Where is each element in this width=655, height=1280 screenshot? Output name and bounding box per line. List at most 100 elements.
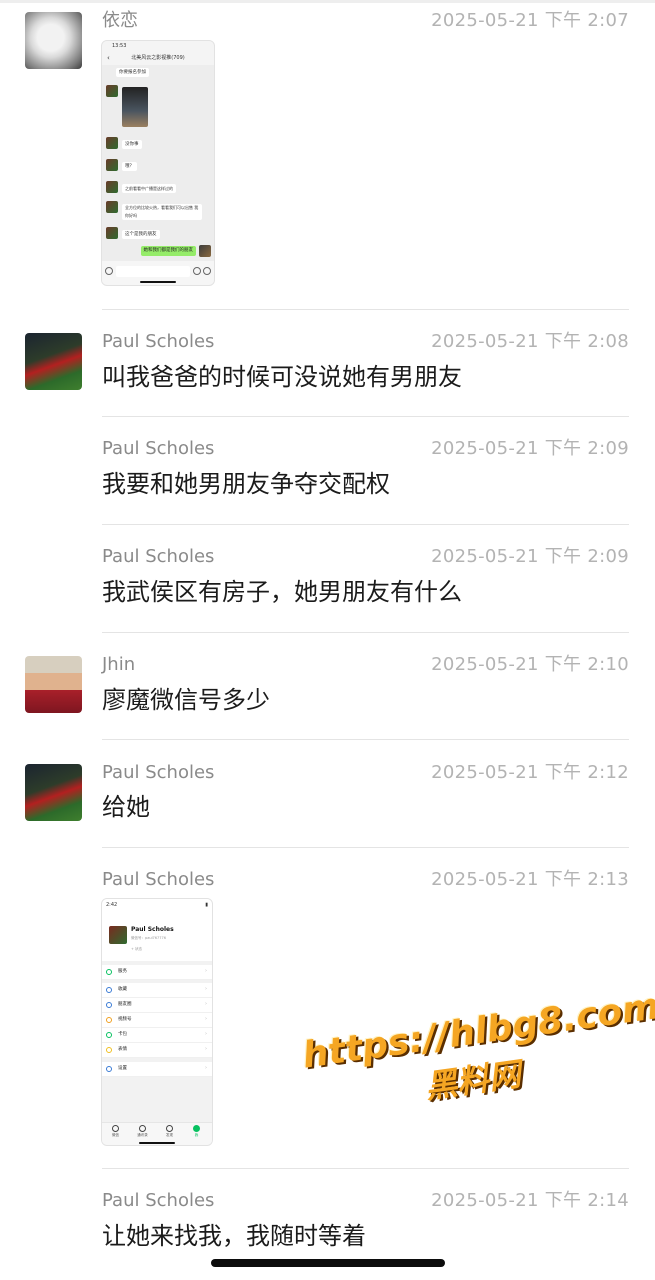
message-time: 2025-05-21 下午 2:14 <box>431 1190 629 1211</box>
watermark: https://hlbg8.com 黑料网 <box>300 985 655 1155</box>
chevron-right-icon: › <box>205 1031 207 1037</box>
message-time: 2025-05-21 下午 2:10 <box>431 654 629 675</box>
message-time: 2025-05-21 下午 2:12 <box>431 762 629 783</box>
mini-green-bubble: 她和我们都是我们的朋友 <box>140 246 196 256</box>
menu-label: 设置 <box>118 1066 127 1071</box>
mini-message: 之前看看中广播是这样过的 <box>122 184 176 193</box>
mini-avatar <box>106 181 118 193</box>
mini-avatar <box>106 159 118 171</box>
mini-photo <box>122 87 148 127</box>
menu-label: 收藏 <box>118 987 127 992</box>
menu-label: 视频号 <box>118 1017 132 1022</box>
mini-input-bar <box>102 261 214 285</box>
avatar[interactable] <box>25 12 82 69</box>
separator <box>102 847 629 848</box>
chevron-right-icon: › <box>205 1016 207 1022</box>
status-time: 13:53 <box>112 43 127 49</box>
message-time: 2025-05-21 下午 2:08 <box>431 331 629 352</box>
message-time: 2025-05-21 下午 2:07 <box>431 10 629 31</box>
message-time: 2025-05-21 下午 2:13 <box>431 869 629 890</box>
profile-status: + 状态 <box>131 947 143 951</box>
profile-id: 微信号：paul767776 <box>131 936 166 940</box>
message-text: 叫我爸爸的时候可没说她有男朋友 <box>102 363 462 391</box>
tab-me: 我 <box>183 1125 210 1138</box>
menu-item: 表情 › <box>102 1043 212 1058</box>
mini-home-indicator <box>139 1142 175 1144</box>
separator <box>102 739 629 740</box>
avatar[interactable] <box>25 656 82 713</box>
mini-avatar <box>109 926 127 944</box>
mini-message: 这个是我的朋友 <box>122 230 160 239</box>
menu-item: 视频号 › <box>102 1013 212 1028</box>
profile-screenshot-image[interactable]: 2:42 ▮ Paul Scholes 微信号：paul767776 + 状态 … <box>101 898 213 1146</box>
sender-name: Paul Scholes <box>102 546 215 567</box>
menu-label: 表情 <box>118 1047 127 1052</box>
message-text: 我武侯区有房子，她男朋友有什么 <box>102 578 462 606</box>
tab-discover: 发现 <box>156 1125 183 1138</box>
sender-name: 依恋 <box>102 10 138 31</box>
mini-message: 没你事 <box>122 140 142 149</box>
menu-item: 服务 › <box>102 965 212 980</box>
separator <box>102 1168 629 1169</box>
mini-avatar <box>106 201 118 213</box>
mini-tab-bar: 微信 通讯录 发现 我 <box>102 1122 212 1145</box>
watermark-label: 黑料网 <box>422 1054 524 1106</box>
chat-header: ‹ 北美风云之影视推(709) <box>102 51 214 65</box>
tab-chats: 微信 <box>102 1125 129 1138</box>
service-icon <box>106 969 112 975</box>
sender-name: Paul Scholes <box>102 869 215 890</box>
mini-message: 全方位的比较火热，看看我们可以出售 我你好吗 <box>122 204 202 220</box>
sender-name: Paul Scholes <box>102 438 215 459</box>
cards-icon <box>106 1032 112 1038</box>
back-arrow-icon: ‹ <box>107 54 110 62</box>
chevron-right-icon: › <box>205 1065 207 1071</box>
mini-avatar <box>199 245 211 257</box>
channels-icon <box>106 1017 112 1023</box>
message-time: 2025-05-21 下午 2:09 <box>431 438 629 459</box>
voice-icon <box>105 267 113 275</box>
sender-name: Paul Scholes <box>102 1190 215 1211</box>
separator <box>102 309 629 310</box>
menu-item: 收藏 › <box>102 983 212 998</box>
tab-contacts: 通讯录 <box>129 1125 156 1138</box>
favorites-icon <box>106 987 112 993</box>
separator <box>102 416 629 417</box>
sender-name: Paul Scholes <box>102 762 215 783</box>
message-text: 让她来找我，我随时等着 <box>102 1222 366 1250</box>
sender-name: Paul Scholes <box>102 331 215 352</box>
mini-avatar <box>106 227 118 239</box>
sender-name: Jhin <box>102 654 136 675</box>
watermark-url: https://hlbg8.com <box>300 985 655 1077</box>
mini-home-indicator <box>140 281 176 283</box>
menu-label: 服务 <box>118 969 127 974</box>
menu-item: 设置 › <box>102 1062 212 1077</box>
separator <box>102 632 629 633</box>
profile-card: Paul Scholes 微信号：paul767776 + 状态 <box>102 911 212 961</box>
message-time: 2025-05-21 下午 2:09 <box>431 546 629 567</box>
menu-item: 朋友圈 › <box>102 998 212 1013</box>
profile-name: Paul Scholes <box>131 926 174 933</box>
avatar[interactable] <box>25 764 82 821</box>
home-indicator[interactable] <box>211 1259 445 1267</box>
menu-label: 卡包 <box>118 1032 127 1037</box>
chevron-right-icon: › <box>205 1046 207 1052</box>
battery-icon: ▮ <box>205 902 208 908</box>
stickers-icon <box>106 1047 112 1053</box>
separator <box>102 524 629 525</box>
menu-item: 卡包 › <box>102 1028 212 1043</box>
chevron-right-icon: › <box>205 968 207 974</box>
chat-title: 北美风云之影视推(709) <box>131 55 185 61</box>
chevron-right-icon: › <box>205 1001 207 1007</box>
mini-avatar <box>106 85 118 97</box>
mini-avatar <box>106 137 118 149</box>
emoji-icon <box>193 267 201 275</box>
avatar[interactable] <box>25 333 82 390</box>
chat-screenshot-image[interactable]: 13:53 ‹ 北美风云之影视推(709) 你要报名参加 没你事 哦？ 之前看看… <box>101 40 215 286</box>
menu-label: 朋友圈 <box>118 1002 132 1007</box>
mini-message: 你要报名参加 <box>116 68 149 77</box>
message-text: 我要和她男朋友争夺交配权 <box>102 470 390 498</box>
moments-icon <box>106 1002 112 1008</box>
settings-icon <box>106 1066 112 1072</box>
message-text: 给她 <box>102 793 150 821</box>
mini-message: 哦？ <box>122 162 137 171</box>
